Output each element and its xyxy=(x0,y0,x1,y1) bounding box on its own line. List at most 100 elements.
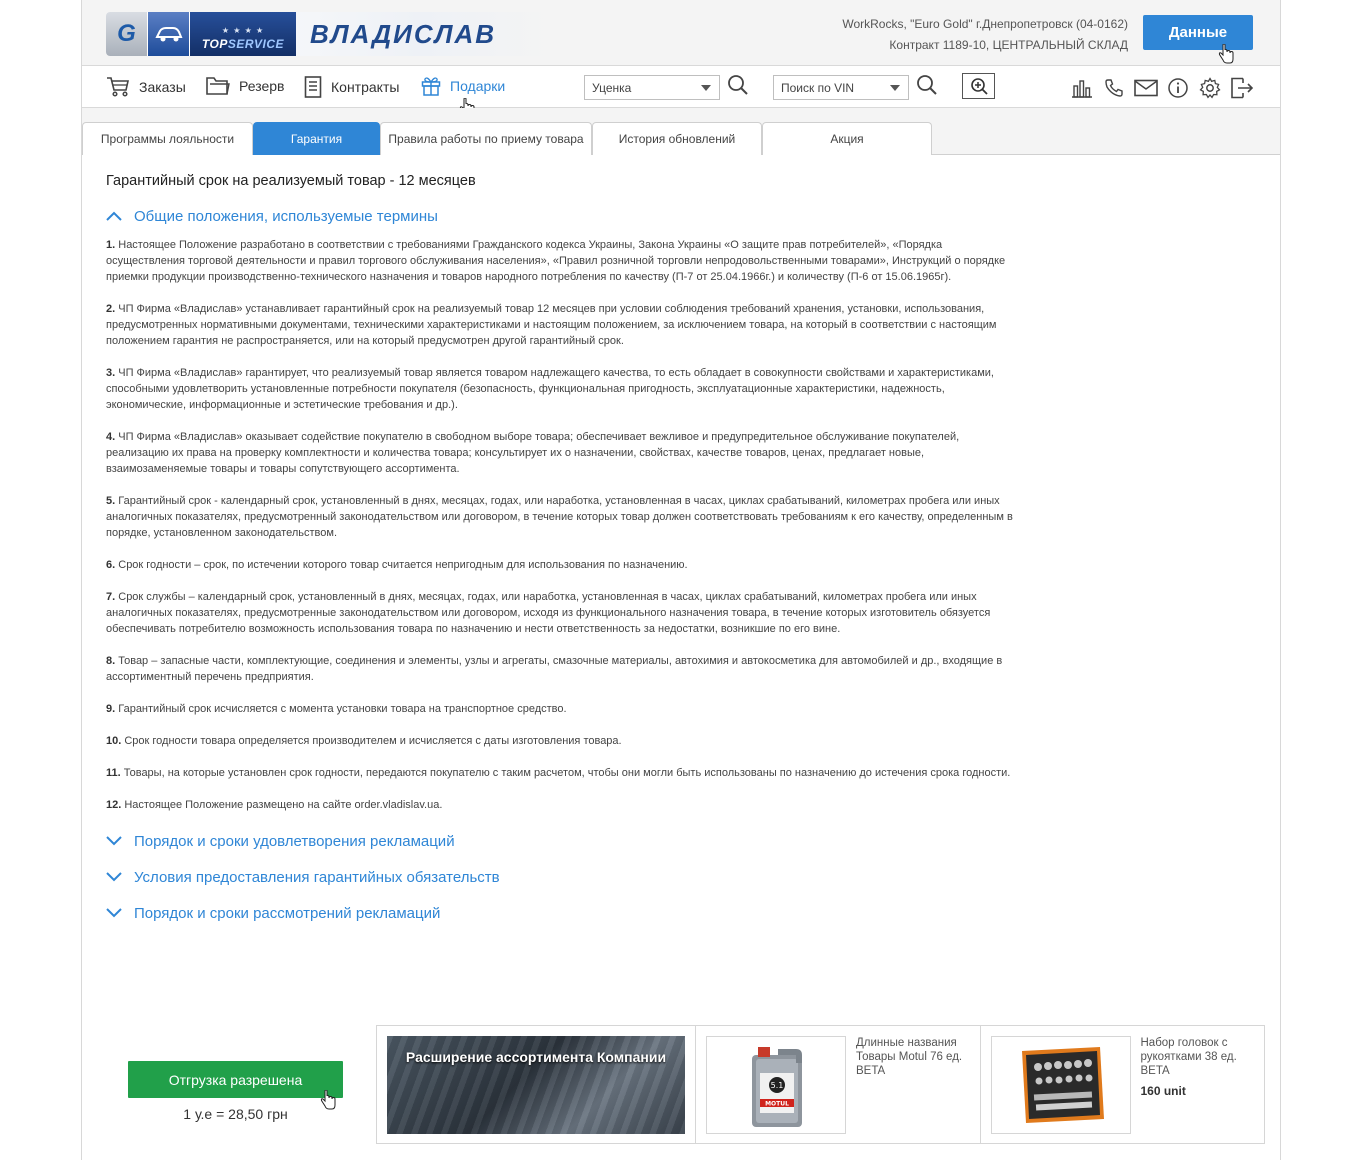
search-icon[interactable] xyxy=(726,73,750,102)
promo-strip: Расширение ассортимента Компании 5.1 MOT… xyxy=(376,1025,1265,1144)
company-line: WorkRocks, "Euro Gold" г.Днепропетровск … xyxy=(842,17,1128,31)
accordion-section[interactable]: Порядок и сроки удовлетворения рекламаци… xyxy=(106,823,1016,859)
term-text: ЧП Фирма «Владислав» гарантирует, что ре… xyxy=(106,367,994,411)
accordion-general-terms[interactable]: Общие положения, используемые термины xyxy=(106,204,1016,228)
term-paragraph: 9. Гарантийный срок исчисляется с момент… xyxy=(106,701,1016,717)
toolbar-icons xyxy=(1070,76,1254,100)
svg-text:MOTUL: MOTUL xyxy=(765,1101,789,1108)
nav-contracts-label: Контракты xyxy=(331,79,400,95)
contract-line: Контракт 1189-10, ЦЕНТРАЛЬНЫЙ СКЛАД xyxy=(889,38,1128,52)
term-text: Срок годности – срок, по истечении котор… xyxy=(115,559,688,571)
term-number: 11. xyxy=(106,767,121,779)
data-button[interactable]: Данные xyxy=(1143,15,1253,50)
vin-search-value: Поиск по VIN xyxy=(781,80,855,95)
tab-loyalty[interactable]: Программы лояльности xyxy=(82,122,253,155)
phone-icon[interactable] xyxy=(1102,76,1126,100)
car-logo-icon xyxy=(148,12,190,56)
chevron-down-icon xyxy=(890,85,900,91)
accordion-section[interactable]: Условия предоставления гарантийных обяза… xyxy=(106,859,1016,895)
document-icon xyxy=(304,76,322,98)
term-number: 7. xyxy=(106,591,116,603)
term-number: 10. xyxy=(106,735,122,747)
term-number: 3. xyxy=(106,367,116,379)
settings-icon[interactable] xyxy=(1198,76,1222,100)
mail-icon[interactable] xyxy=(1134,76,1158,100)
term-number: 6. xyxy=(106,559,116,571)
accordion-title: Порядок и сроки рассмотрений рекламаций xyxy=(134,904,441,922)
term-paragraph: 2. ЧП Фирма «Владислав» устанавливает га… xyxy=(106,301,1016,349)
product-name: Длинные названия Товары Motul 76 ед. BET… xyxy=(856,1037,963,1077)
terms-list: 1. Настоящее Положение разработано в соо… xyxy=(106,237,1016,813)
motul-canister-image: 5.1 MOTUL xyxy=(706,1036,846,1134)
product-name: Набор головок с рукоятками 38 ед. BETA xyxy=(1140,1037,1237,1077)
accordion-title: Порядок и сроки удовлетворения рекламаци… xyxy=(134,832,455,850)
term-text: ЧП Фирма «Владислав» устанавливает гаран… xyxy=(106,303,997,347)
chevron-down-icon xyxy=(106,908,122,918)
nav-reserve[interactable]: Резерв xyxy=(206,76,284,96)
term-paragraph: 5. Гарантийный срок - календарный срок, … xyxy=(106,493,1016,541)
product-card[interactable]: Набор головок с рукоятками 38 ед. BETA 1… xyxy=(981,1026,1265,1143)
term-text: Срок годности товара определяется произв… xyxy=(121,735,622,747)
socket-set-image xyxy=(990,1036,1131,1134)
term-paragraph: 4. ЧП Фирма «Владислав» оказывает содейс… xyxy=(106,429,1016,477)
header: G ★ ★ ★ ★ TOPSERVICE ВЛАДИСЛАВ WorkRocks… xyxy=(82,0,1280,66)
product-card[interactable]: 5.1 MOTUL Длинные названия Товары Motul … xyxy=(696,1026,980,1143)
nav-reserve-label: Резерв xyxy=(239,78,285,94)
tab-acceptance-rules[interactable]: Правила работы по приему товара xyxy=(380,122,592,155)
svg-text:5.1: 5.1 xyxy=(771,1081,784,1090)
term-text: Товары, на которые установлен срок годно… xyxy=(120,767,1011,779)
zoom-in-icon[interactable] xyxy=(962,73,995,99)
logout-icon[interactable] xyxy=(1230,76,1254,100)
tab-warranty[interactable]: Гарантия xyxy=(253,122,380,155)
term-paragraph: 3. ЧП Фирма «Владислав» гарантирует, что… xyxy=(106,365,1016,413)
term-number: 9. xyxy=(106,703,116,715)
nav-gifts-label: Подарки xyxy=(450,78,506,94)
nav-contracts[interactable]: Контракты xyxy=(304,76,399,98)
term-paragraph: 1. Настоящее Положение разработано в соо… xyxy=(106,237,1016,285)
exchange-rate: 1 у.е = 28,50 грн xyxy=(183,1106,288,1122)
vin-search-icon[interactable] xyxy=(915,73,939,102)
tab-update-history[interactable]: История обновлений xyxy=(592,122,762,155)
term-number: 2. xyxy=(106,303,116,315)
term-text: Гарантийный срок исчисляется с момента у… xyxy=(115,703,567,715)
markdown-select-value: Уценка xyxy=(592,80,632,95)
term-number: 8. xyxy=(106,655,116,667)
accordion-title: Условия предоставления гарантийных обяза… xyxy=(134,868,500,886)
term-text: Срок службы – календарный срок, установл… xyxy=(106,591,991,635)
folder-icon xyxy=(206,76,230,96)
tab-promo[interactable]: Акция xyxy=(762,122,932,155)
info-icon[interactable] xyxy=(1166,76,1190,100)
company-info: WorkRocks, "Euro Gold" г.Днепропетровск … xyxy=(842,14,1128,56)
term-paragraph: 12. Настоящее Положение размещено на сай… xyxy=(106,797,1016,813)
groupauto-logo: G xyxy=(106,12,148,56)
accordion-title: Общие положения, используемые термины xyxy=(134,207,438,225)
term-paragraph: 6. Срок годности – срок, по истечении ко… xyxy=(106,557,1016,573)
cart-icon xyxy=(106,76,130,98)
term-paragraph: 11. Товары, на которые установлен срок г… xyxy=(106,765,1016,781)
promo-banner-text: Расширение ассортимента Компании xyxy=(405,1049,667,1065)
chevron-up-icon xyxy=(106,211,122,221)
topservice-logo: ★ ★ ★ ★ TOPSERVICE xyxy=(190,12,296,56)
nav-orders-label: Заказы xyxy=(139,79,186,95)
markdown-select[interactable]: Уценка xyxy=(584,75,720,100)
chevron-down-icon xyxy=(701,85,711,91)
page-title: Гарантийный срок на реализуемый товар - … xyxy=(106,173,476,189)
accordion-section[interactable]: Порядок и сроки рассмотрений рекламаций xyxy=(106,895,1016,931)
shipment-allowed-button[interactable]: Отгрузка разрешена xyxy=(128,1061,343,1098)
stats-icon[interactable] xyxy=(1070,76,1094,100)
brand-name: ВЛАДИСЛАВ xyxy=(310,18,497,49)
product-unit: 160 unit xyxy=(1140,1084,1186,1098)
term-number: 4. xyxy=(106,431,116,443)
term-paragraph: 8. Товар – запасные части, комплектующие… xyxy=(106,653,1016,685)
chevron-down-icon xyxy=(106,836,122,846)
promo-banner[interactable]: Расширение ассортимента Компании xyxy=(387,1036,685,1134)
main-content: Гарантийный срок на реализуемый товар - … xyxy=(106,170,1016,931)
term-paragraph: 7. Срок службы – календарный срок, устан… xyxy=(106,589,1016,637)
brand-logo[interactable]: G ★ ★ ★ ★ TOPSERVICE ВЛАДИСЛАВ xyxy=(106,12,554,56)
nav-gifts[interactable]: Подарки xyxy=(421,76,505,96)
term-text: Гарантийный срок - календарный срок, уст… xyxy=(106,495,1013,539)
nav-orders[interactable]: Заказы xyxy=(106,76,186,98)
term-number: 12. xyxy=(106,799,122,811)
chevron-down-icon xyxy=(106,872,122,882)
vin-search-select[interactable]: Поиск по VIN xyxy=(773,75,909,100)
